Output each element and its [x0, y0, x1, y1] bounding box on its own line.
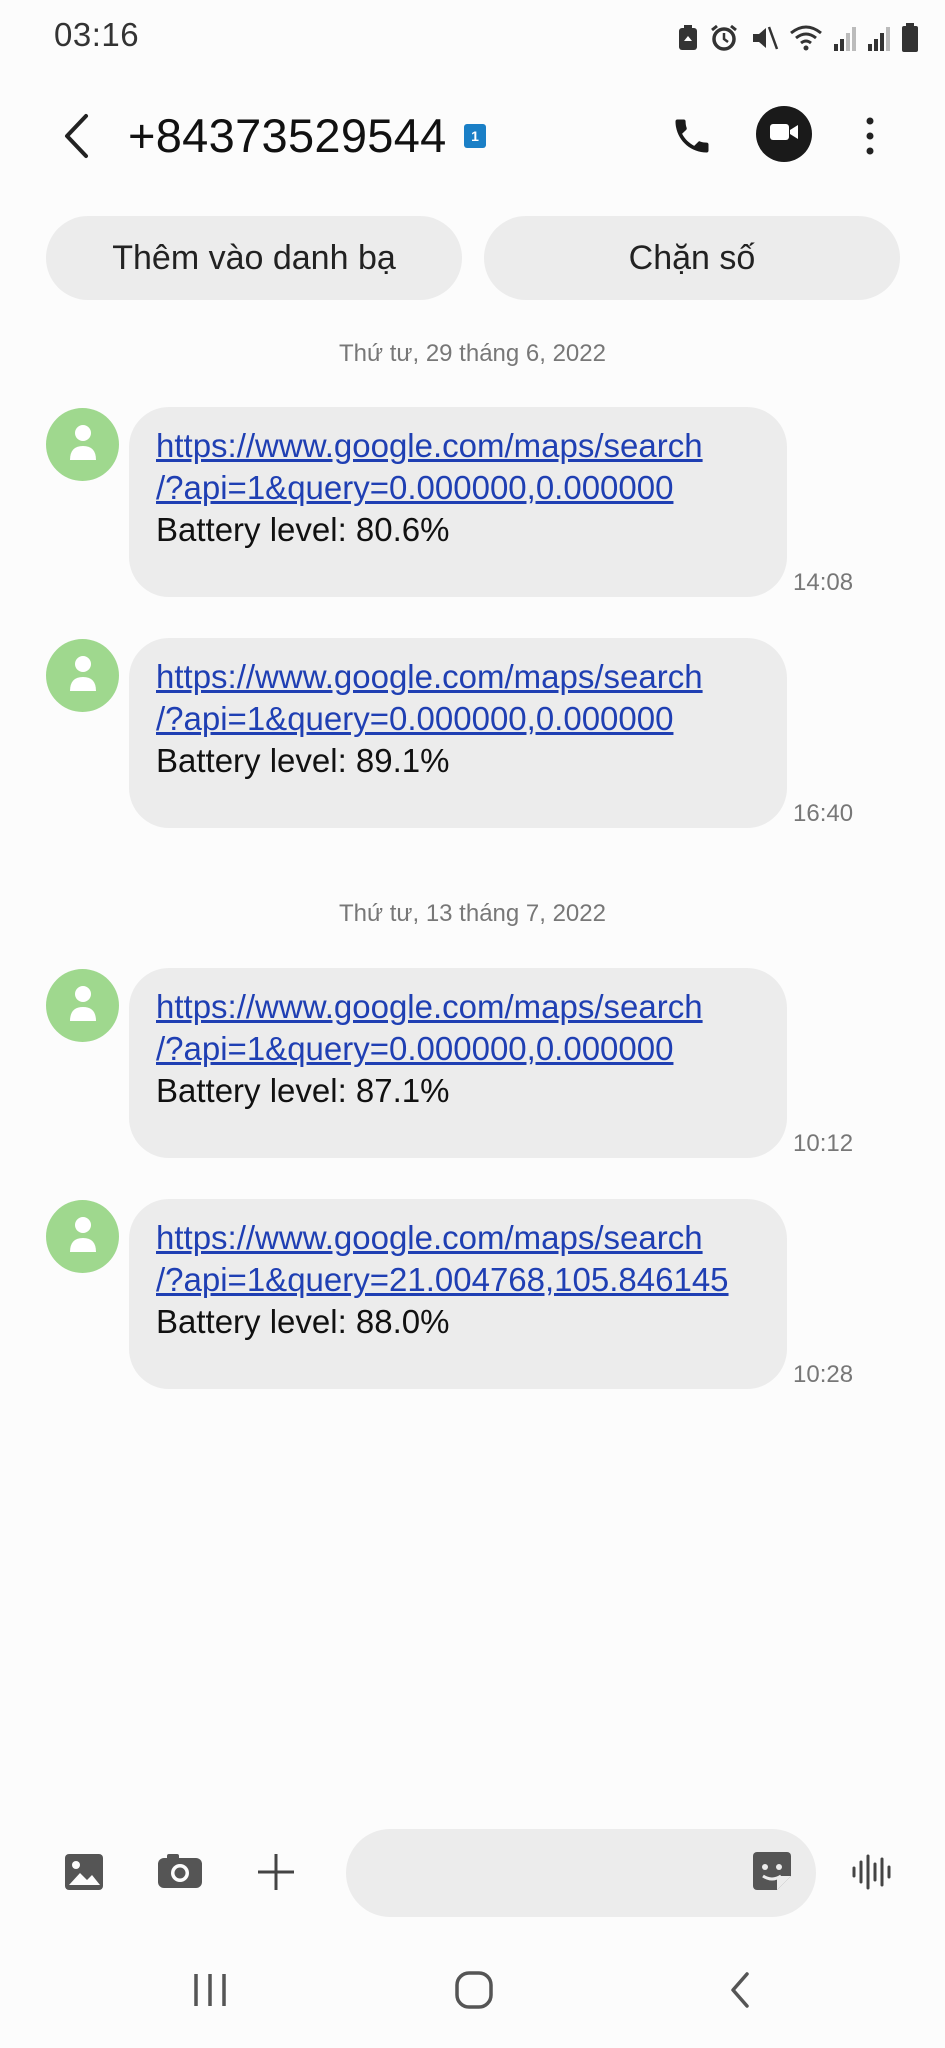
message-bubble[interactable]: https://www.google.com/maps/search /?api… [129, 1199, 787, 1389]
message-text: Battery level: 88.0% [156, 1303, 450, 1340]
message-time: 10:12 [793, 1130, 854, 1157]
video-call-icon [769, 121, 799, 148]
status-time: 03:16 [54, 16, 140, 53]
avatar[interactable] [46, 408, 119, 481]
message-link[interactable]: https://www.google.com/maps/search [156, 1217, 761, 1259]
avatar[interactable] [46, 1200, 119, 1273]
phone-icon [670, 114, 714, 163]
plus-icon [256, 1852, 296, 1897]
recent-apps-icon [190, 1972, 230, 2013]
message-link[interactable]: https://www.google.com/maps/search [156, 425, 761, 467]
message-link[interactable]: https://www.google.com/maps/search [156, 986, 761, 1028]
status-icons [677, 18, 919, 58]
message-bubble[interactable]: https://www.google.com/maps/search /?api… [129, 968, 787, 1158]
back-icon [727, 1970, 753, 2015]
more-options-button[interactable] [850, 106, 890, 170]
camera-icon [157, 1853, 203, 1895]
message-time: 16:40 [793, 800, 854, 827]
message-link[interactable]: /?api=1&query=21.004768,105.846145 [156, 1259, 761, 1301]
message-bubble[interactable]: https://www.google.com/maps/search /?api… [129, 638, 787, 828]
back-button[interactable] [46, 102, 106, 174]
person-icon [68, 653, 98, 698]
message-text: Battery level: 80.6% [156, 511, 450, 548]
home-button[interactable] [434, 1960, 514, 2024]
recycle-icon [677, 24, 699, 52]
add-attachment-button[interactable] [246, 1844, 306, 1904]
sticker-icon [751, 1850, 793, 1897]
block-number-button[interactable]: Chặn số [484, 216, 900, 300]
sticker-button[interactable] [750, 1851, 794, 1895]
message-link[interactable]: /?api=1&query=0.000000,0.000000 [156, 698, 761, 740]
camera-button[interactable] [150, 1844, 210, 1904]
signal-icon [833, 24, 857, 52]
signal-icon [867, 24, 891, 52]
nav-back-button[interactable] [700, 1960, 780, 2024]
message-link[interactable]: https://www.google.com/maps/search [156, 656, 761, 698]
battery-icon [901, 23, 919, 53]
call-button[interactable] [660, 106, 724, 170]
person-icon [68, 1214, 98, 1259]
video-call-button[interactable] [756, 106, 812, 162]
person-icon [68, 422, 98, 467]
message-time: 10:28 [793, 1361, 854, 1388]
back-arrow-icon [61, 112, 91, 165]
add-to-contacts-button[interactable]: Thêm vào danh bạ [46, 216, 462, 300]
message-text: Battery level: 87.1% [156, 1072, 450, 1109]
avatar[interactable] [46, 969, 119, 1042]
gallery-button[interactable] [54, 1844, 114, 1904]
more-vertical-icon [865, 116, 875, 161]
mute-icon [749, 23, 779, 53]
wifi-icon [789, 23, 823, 53]
recent-apps-button[interactable] [170, 1960, 250, 2024]
person-icon [68, 983, 98, 1028]
gallery-icon [63, 1852, 105, 1897]
message-link[interactable]: /?api=1&query=0.000000,0.000000 [156, 1028, 761, 1070]
message-link[interactable]: /?api=1&query=0.000000,0.000000 [156, 467, 761, 509]
avatar[interactable] [46, 639, 119, 712]
message-text: Battery level: 89.1% [156, 742, 450, 779]
sim-badge: 1 [464, 124, 486, 148]
home-icon [453, 1969, 495, 2016]
message-compose[interactable] [346, 1829, 816, 1919]
alarm-icon [709, 23, 739, 53]
date-separator: Thứ tư, 29 tháng 6, 2022 [339, 340, 606, 367]
message-bubble[interactable]: https://www.google.com/maps/search /?api… [129, 407, 787, 597]
message-time: 14:08 [793, 569, 854, 596]
contact-number[interactable]: +84373529544 [128, 108, 447, 163]
voice-input-button[interactable] [843, 1844, 903, 1904]
voice-icon [851, 1852, 895, 1897]
date-separator: Thứ tư, 13 tháng 7, 2022 [339, 900, 606, 927]
message-input[interactable] [376, 1829, 750, 1919]
